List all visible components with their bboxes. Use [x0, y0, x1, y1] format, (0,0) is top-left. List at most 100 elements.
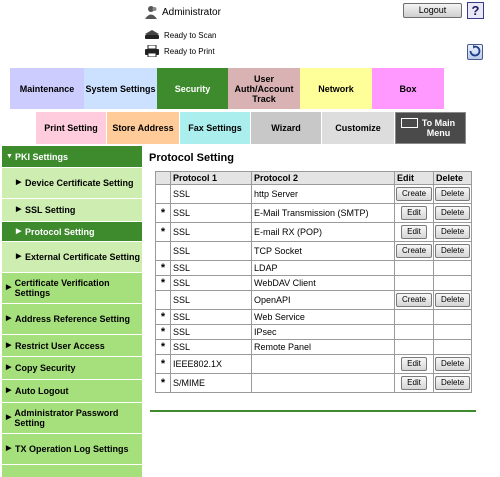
edit-cell [393, 339, 435, 355]
secure-marker: * [155, 203, 171, 223]
sidebar-item-label: PKI Settings [15, 151, 69, 162]
arrow-right-icon: ▶ [16, 253, 22, 260]
tab-wizard[interactable]: Wizard [251, 112, 321, 144]
edit-cell [393, 275, 435, 291]
tab-box[interactable]: Box [372, 68, 444, 109]
tab-maintenance[interactable]: Maintenance [10, 68, 84, 109]
protocol-2-cell: Remote Panel [251, 339, 395, 355]
edit-button[interactable]: Edit [401, 357, 427, 371]
delete-cell: Delete [433, 373, 473, 393]
arrow-right-icon: ▶ [16, 206, 22, 213]
sidebar-item-protocol-setting[interactable]: ▶ Protocol Setting [2, 222, 142, 242]
refresh-button[interactable] [467, 44, 483, 60]
help-button[interactable]: ? [467, 2, 484, 19]
sidebar-item-label: Protocol Setting [25, 226, 95, 237]
arrow-right-icon: ▶ [6, 341, 12, 349]
tab-print-setting[interactable]: Print Setting [36, 112, 106, 144]
table-row: SSL OpenAPI Create Delete [155, 290, 473, 310]
sidebar: ▼ PKI Settings ▶ Device Certificate Sett… [2, 146, 142, 477]
column-header-protocol-2: Protocol 2 [251, 171, 395, 185]
delete-button[interactable]: Delete [435, 376, 471, 390]
edit-cell: Edit [393, 222, 435, 242]
delete-button[interactable]: Delete [435, 357, 471, 371]
delete-cell: Delete [433, 290, 473, 310]
tab-fax-settings[interactable]: Fax Settings [180, 112, 250, 144]
sidebar-item-label: External Certificate Setting [25, 252, 141, 262]
edit-button[interactable]: Edit [401, 225, 427, 239]
sidebar-item-label: Certificate Verification Settings [14, 278, 110, 298]
delete-cell: Delete [433, 241, 473, 261]
divider [150, 410, 476, 412]
secure-marker [155, 290, 171, 310]
sidebar-item-label: SSL Setting [25, 205, 76, 215]
sidebar-item-auto-logout[interactable]: ▶ Auto Logout [2, 380, 142, 403]
protocol-2-cell: E-Mail Transmission (SMTP) [251, 203, 395, 223]
delete-button[interactable]: Delete [435, 206, 471, 220]
delete-cell [433, 324, 473, 340]
table-row: * IEEE802.1X Edit Delete [155, 354, 473, 374]
to-main-menu-button[interactable]: To Main Menu [395, 112, 466, 144]
delete-button[interactable]: Delete [435, 293, 471, 307]
create-button[interactable]: Create [396, 293, 433, 307]
tab-store-address[interactable]: Store Address [107, 112, 179, 144]
sidebar-item-label: Device Certificate Setting [25, 178, 134, 188]
protocol-1-cell: SSL [170, 184, 252, 204]
sidebar-item-external-certificate-setting[interactable]: ▶ External Certificate Setting [2, 242, 142, 273]
secure-marker: * [155, 373, 171, 393]
arrow-right-icon: ▶ [6, 364, 12, 371]
refresh-icon [469, 45, 481, 59]
edit-cell: Edit [393, 203, 435, 223]
table-row: * SSL LDAP [155, 260, 473, 276]
sidebar-item-administrator-password-setting[interactable]: ▶ Administrator Password Setting [2, 403, 142, 434]
tab-network[interactable]: Network [300, 68, 372, 109]
sidebar-item-certificate-verification-settings[interactable]: ▶ Certificate Verification Settings [2, 273, 142, 304]
logout-button[interactable]: Logout [403, 3, 462, 18]
edit-cell: Edit [393, 354, 435, 374]
edit-button[interactable]: Edit [401, 206, 427, 220]
tab-user-auth-account-track[interactable]: User Auth/Account Track [228, 68, 300, 109]
secure-marker: * [155, 260, 171, 276]
delete-cell: Delete [433, 222, 473, 242]
sidebar-item-ssl-setting[interactable]: ▶ SSL Setting [2, 199, 142, 222]
tab-customize[interactable]: Customize [322, 112, 394, 144]
edit-cell: Edit [393, 373, 435, 393]
sidebar-item-pki-settings[interactable]: ▼ PKI Settings [2, 146, 142, 168]
delete-cell [433, 309, 473, 325]
delete-button[interactable]: Delete [435, 187, 471, 201]
scan-status-text: Ready to Scan [164, 30, 217, 40]
tab-system-settings[interactable]: System Settings [84, 68, 157, 109]
protocol-2-cell: OpenAPI [251, 290, 395, 310]
secure-marker: * [155, 309, 171, 325]
create-button[interactable]: Create [396, 244, 433, 258]
protocol-2-cell: IPsec [251, 324, 395, 340]
sidebar-item-address-reference-setting[interactable]: ▶ Address Reference Setting [2, 304, 142, 335]
table-header-row: Protocol 1 Protocol 2 Edit Delete [155, 171, 473, 185]
tab-security[interactable]: Security [157, 68, 228, 109]
protocol-1-cell: SSL [170, 241, 252, 261]
table-row: SSL http Server Create Delete [155, 184, 473, 204]
edit-button[interactable]: Edit [401, 376, 427, 390]
create-button[interactable]: Create [396, 187, 433, 201]
sidebar-item-tx-operation-log-settings[interactable]: ▶ TX Operation Log Settings [2, 434, 142, 465]
secure-marker: * [155, 324, 171, 340]
protocol-2-cell: E-mail RX (POP) [251, 222, 395, 242]
protocol-2-cell: Web Service [251, 309, 395, 325]
page-title: Protocol Setting [149, 152, 234, 164]
table-row: * SSL E-mail RX (POP) Edit Delete [155, 222, 473, 242]
table-row: * SSL IPsec [155, 324, 473, 340]
edit-cell: Create [393, 290, 435, 310]
sidebar-item-label: Restrict User Access [15, 340, 105, 351]
delete-button[interactable]: Delete [435, 244, 471, 258]
delete-cell [433, 339, 473, 355]
sidebar-item-restrict-user-access[interactable]: ▶ Restrict User Access [2, 335, 142, 357]
protocol-1-cell: S/MIME [170, 373, 252, 393]
table-row: * SSL Remote Panel [155, 339, 473, 355]
protocol-2-cell: http Server [251, 184, 395, 204]
arrow-right-icon: ▶ [6, 414, 12, 421]
protocol-2-cell: WebDAV Client [251, 275, 395, 291]
to-main-menu-label: To Main Menu [421, 118, 456, 138]
sidebar-item-copy-security[interactable]: ▶ Copy Security [2, 357, 142, 380]
delete-button[interactable]: Delete [435, 225, 471, 239]
sidebar-item-device-certificate-setting[interactable]: ▶ Device Certificate Setting [2, 168, 142, 199]
printer-icon [144, 44, 160, 58]
